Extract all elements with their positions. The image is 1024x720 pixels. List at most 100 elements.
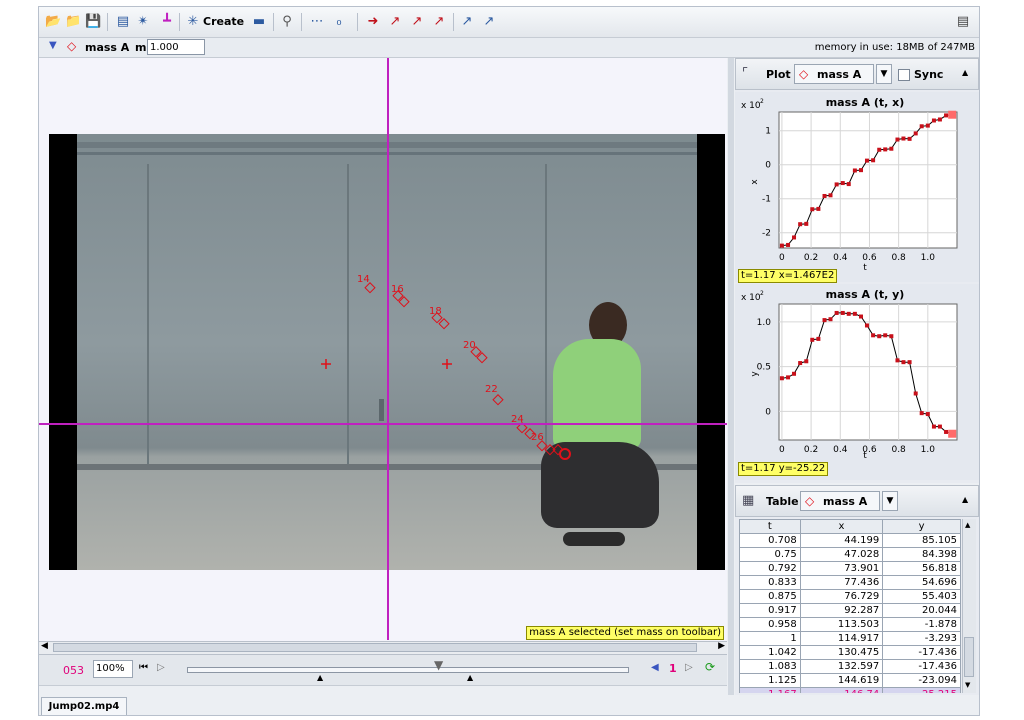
autotracker-icon[interactable]: ⋯ bbox=[309, 14, 325, 30]
data-point[interactable] bbox=[810, 337, 815, 342]
table-row[interactable]: 0.875 76.729 55.403 bbox=[739, 589, 961, 604]
data-point[interactable] bbox=[877, 334, 882, 339]
table-cell[interactable]: 144.619 bbox=[799, 673, 884, 688]
offset-origin-icon[interactable]: ₀ bbox=[331, 14, 347, 30]
play-icon[interactable]: ▷ bbox=[157, 662, 165, 673]
selected-data-point[interactable] bbox=[948, 429, 957, 438]
data-point[interactable] bbox=[931, 118, 936, 123]
step-back-icon[interactable]: ◀ bbox=[651, 662, 659, 673]
data-point[interactable] bbox=[895, 358, 900, 363]
video-scrollbar[interactable]: ◀ ▶ bbox=[39, 641, 727, 655]
data-point[interactable] bbox=[907, 360, 912, 365]
track-menu-arrow-icon[interactable]: ▼ bbox=[49, 40, 57, 51]
data-point[interactable] bbox=[804, 221, 809, 226]
table-row[interactable]: 0.708 44.199 85.105 bbox=[739, 533, 961, 548]
table-cell[interactable]: 55.403 bbox=[882, 589, 961, 604]
table-cell[interactable]: 92.287 bbox=[799, 603, 884, 618]
table-row[interactable]: 0.833 77.436 54.696 bbox=[739, 575, 961, 590]
data-point[interactable] bbox=[937, 424, 942, 429]
data-point[interactable] bbox=[883, 333, 888, 338]
collapse-up-icon[interactable]: ▲ bbox=[962, 68, 968, 77]
table-cell[interactable]: 132.597 bbox=[799, 659, 884, 674]
data-point[interactable] bbox=[864, 323, 869, 328]
data-point[interactable] bbox=[792, 235, 797, 240]
open-video-icon[interactable]: 📁 bbox=[65, 14, 81, 30]
data-point[interactable] bbox=[937, 117, 942, 122]
sync-checkbox[interactable] bbox=[898, 69, 910, 81]
data-point[interactable] bbox=[828, 193, 833, 198]
data-point[interactable] bbox=[901, 360, 906, 365]
zoom-field[interactable]: 100% bbox=[93, 660, 133, 678]
plot-track-dropdown[interactable]: ◇ mass A bbox=[794, 64, 874, 84]
plot-y[interactable]: x 10 2 mass A (t, y) 0 0.2 0.4 0.6 0.8 1.0 1.… bbox=[735, 284, 979, 480]
data-point[interactable] bbox=[840, 181, 845, 186]
data-point[interactable] bbox=[871, 333, 876, 338]
frame-slider-track[interactable] bbox=[187, 667, 629, 673]
open-folder-icon[interactable]: 📂 bbox=[45, 14, 61, 30]
table-cell[interactable]: 0.833 bbox=[739, 575, 801, 590]
table-cell[interactable]: 20.044 bbox=[882, 603, 961, 618]
data-point[interactable] bbox=[792, 371, 797, 376]
mass-field[interactable] bbox=[147, 39, 205, 55]
calibration-point[interactable] bbox=[442, 359, 452, 369]
start-marker-icon[interactable]: ▲ bbox=[317, 673, 323, 682]
data-point[interactable] bbox=[810, 207, 815, 212]
chevron-down-icon[interactable]: ▼ bbox=[876, 64, 892, 84]
table-cell[interactable]: 85.105 bbox=[882, 533, 961, 548]
table-row[interactable]: 1.167146.74-25.215 bbox=[739, 687, 961, 693]
path-icon[interactable]: ➜ bbox=[365, 14, 381, 30]
data-point[interactable] bbox=[822, 193, 827, 198]
table-cell[interactable]: -17.436 bbox=[882, 645, 961, 660]
table-cell[interactable]: -25.215 bbox=[882, 687, 961, 693]
data-point[interactable] bbox=[858, 314, 863, 319]
data-point[interactable] bbox=[779, 243, 784, 248]
create-track-icon[interactable]: ✳ bbox=[185, 14, 201, 30]
table-scroll-thumb[interactable] bbox=[964, 637, 974, 677]
data-point[interactable] bbox=[889, 334, 894, 339]
end-marker-icon[interactable]: ▲ bbox=[467, 673, 473, 682]
table-row[interactable]: 0.792 73.901 56.818 bbox=[739, 561, 961, 576]
data-point[interactable] bbox=[786, 242, 791, 247]
footprint-icon[interactable]: ↗ bbox=[431, 14, 447, 30]
track-point[interactable] bbox=[438, 318, 450, 330]
table-cell[interactable]: -1.878 bbox=[882, 617, 961, 632]
scroll-up-icon[interactable]: ▲ bbox=[965, 521, 970, 529]
data-point[interactable] bbox=[804, 359, 809, 364]
plot-x[interactable]: x 10 2 mass A (t, x) 0 0.2 0.4 0.6 0.8 1.0 1 0… bbox=[735, 92, 979, 283]
data-point[interactable] bbox=[852, 311, 857, 316]
frame-slider-thumb[interactable]: ▼ bbox=[434, 658, 443, 672]
table-cell[interactable]: 1 bbox=[739, 631, 801, 646]
calibration-icon[interactable]: ✴ bbox=[135, 14, 151, 30]
clip-settings-icon[interactable]: ▤ bbox=[115, 14, 131, 30]
data-point[interactable] bbox=[834, 310, 839, 315]
data-point[interactable] bbox=[779, 376, 784, 381]
table-cell[interactable]: 44.199 bbox=[799, 533, 884, 548]
table-cell[interactable]: 47.028 bbox=[799, 547, 884, 562]
table-row[interactable]: 1.125 144.619 -23.094 bbox=[739, 673, 961, 688]
data-point[interactable] bbox=[816, 206, 821, 211]
table-cell[interactable]: 73.901 bbox=[799, 561, 884, 576]
table-cell[interactable]: 0.875 bbox=[739, 589, 801, 604]
data-point[interactable] bbox=[864, 158, 869, 163]
data-point[interactable] bbox=[895, 137, 900, 142]
scroll-left-icon[interactable]: ◀ bbox=[41, 641, 48, 651]
table-cell[interactable]: 1.167 bbox=[739, 687, 801, 693]
data-point[interactable] bbox=[907, 136, 912, 141]
data-point[interactable] bbox=[828, 317, 833, 322]
chevron-down-icon[interactable]: ▼ bbox=[882, 491, 898, 511]
data-point[interactable] bbox=[840, 310, 845, 315]
table-cell[interactable]: 0.917 bbox=[739, 603, 801, 618]
selected-data-point[interactable] bbox=[948, 110, 957, 119]
data-point[interactable] bbox=[877, 147, 882, 152]
data-point[interactable] bbox=[798, 361, 803, 366]
column-header-t[interactable]: t bbox=[739, 519, 801, 534]
table-cell[interactable]: -17.436 bbox=[882, 659, 961, 674]
step-size[interactable]: 1 bbox=[669, 662, 677, 675]
table-scrollbar[interactable]: ▲ ▼ bbox=[962, 519, 976, 693]
data-point[interactable] bbox=[944, 113, 949, 118]
selected-track-point[interactable] bbox=[559, 448, 571, 460]
notes-icon[interactable]: ▤ bbox=[955, 14, 971, 30]
data-point[interactable] bbox=[889, 146, 894, 151]
table-cell[interactable]: 114.917 bbox=[799, 631, 884, 646]
table-row[interactable]: 0.958 113.503 -1.878 bbox=[739, 617, 961, 632]
